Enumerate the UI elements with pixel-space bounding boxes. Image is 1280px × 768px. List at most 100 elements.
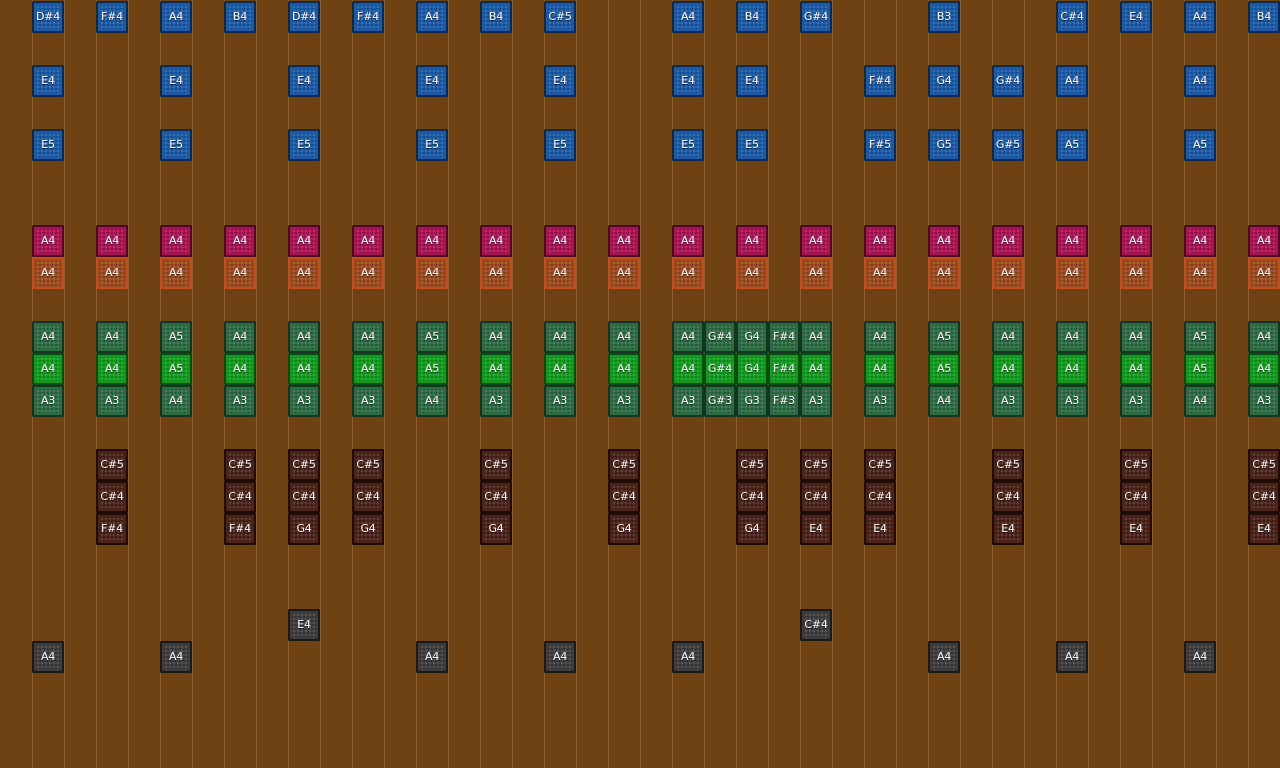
note-block-green[interactable]: A4: [352, 321, 384, 353]
note-block-green[interactable]: A4: [928, 385, 960, 417]
note-block-green[interactable]: F#4: [768, 321, 800, 353]
note-block-blue[interactable]: E5: [672, 129, 704, 161]
note-block-brown[interactable]: C#5: [96, 449, 128, 481]
note-block-lime[interactable]: A4: [864, 353, 896, 385]
note-block-orange[interactable]: A4: [928, 257, 960, 289]
note-block-brown[interactable]: G4: [480, 513, 512, 545]
note-block-brown[interactable]: C#5: [864, 449, 896, 481]
note-block-green[interactable]: A4: [480, 321, 512, 353]
note-block-blue[interactable]: E5: [160, 129, 192, 161]
note-block-lime[interactable]: A4: [288, 353, 320, 385]
note-block-blue[interactable]: G5: [928, 129, 960, 161]
note-block-orange[interactable]: A4: [1184, 257, 1216, 289]
note-block-green[interactable]: G#3: [704, 385, 736, 417]
note-block-green[interactable]: A4: [544, 321, 576, 353]
note-block-gray[interactable]: A4: [544, 641, 576, 673]
note-block-lime[interactable]: A4: [608, 353, 640, 385]
note-block-magenta[interactable]: A4: [928, 225, 960, 257]
note-block-green[interactable]: A3: [1056, 385, 1088, 417]
note-block-green[interactable]: G4: [736, 321, 768, 353]
note-block-magenta[interactable]: A4: [672, 225, 704, 257]
note-block-green[interactable]: A3: [672, 385, 704, 417]
note-block-blue[interactable]: F#5: [864, 129, 896, 161]
note-block-brown[interactable]: C#5: [224, 449, 256, 481]
note-block-brown[interactable]: C#5: [992, 449, 1024, 481]
note-block-brown[interactable]: G4: [736, 513, 768, 545]
note-block-blue[interactable]: A4: [160, 1, 192, 33]
note-block-green[interactable]: A4: [1184, 385, 1216, 417]
note-block-magenta[interactable]: A4: [800, 225, 832, 257]
note-block-magenta[interactable]: A4: [96, 225, 128, 257]
note-block-lime[interactable]: A4: [480, 353, 512, 385]
note-block-magenta[interactable]: A4: [1184, 225, 1216, 257]
note-block-green[interactable]: A4: [224, 321, 256, 353]
note-block-lime[interactable]: A5: [928, 353, 960, 385]
note-block-blue[interactable]: D#4: [288, 1, 320, 33]
note-block-blue[interactable]: C#5: [544, 1, 576, 33]
note-block-blue[interactable]: B3: [928, 1, 960, 33]
note-block-brown[interactable]: C#5: [352, 449, 384, 481]
note-block-brown[interactable]: C#4: [352, 481, 384, 513]
note-block-blue[interactable]: B4: [1248, 1, 1280, 33]
note-block-green[interactable]: A3: [800, 385, 832, 417]
note-block-green[interactable]: A4: [160, 385, 192, 417]
note-block-lime[interactable]: F#4: [768, 353, 800, 385]
note-block-blue[interactable]: E4: [160, 65, 192, 97]
note-block-orange[interactable]: A4: [1120, 257, 1152, 289]
note-block-green[interactable]: A4: [32, 321, 64, 353]
note-block-brown[interactable]: C#4: [1248, 481, 1280, 513]
note-block-lime[interactable]: A4: [1248, 353, 1280, 385]
note-block-brown[interactable]: F#4: [96, 513, 128, 545]
note-block-orange[interactable]: A4: [992, 257, 1024, 289]
note-block-orange[interactable]: A4: [1248, 257, 1280, 289]
note-block-blue[interactable]: A4: [1184, 65, 1216, 97]
note-block-magenta[interactable]: A4: [288, 225, 320, 257]
note-block-lime[interactable]: A4: [1056, 353, 1088, 385]
note-block-blue[interactable]: E4: [288, 65, 320, 97]
note-block-lime[interactable]: A5: [416, 353, 448, 385]
note-block-green[interactable]: A3: [224, 385, 256, 417]
note-block-blue[interactable]: E4: [544, 65, 576, 97]
note-block-gray[interactable]: A4: [672, 641, 704, 673]
note-block-blue[interactable]: F#4: [352, 1, 384, 33]
note-block-lime[interactable]: A4: [800, 353, 832, 385]
note-block-brown[interactable]: G4: [288, 513, 320, 545]
note-block-blue[interactable]: B4: [480, 1, 512, 33]
note-block-blue[interactable]: B4: [224, 1, 256, 33]
note-block-magenta[interactable]: A4: [1056, 225, 1088, 257]
note-block-lime[interactable]: A4: [352, 353, 384, 385]
note-block-brown[interactable]: C#4: [800, 481, 832, 513]
note-block-lime[interactable]: A5: [160, 353, 192, 385]
note-block-brown[interactable]: G4: [608, 513, 640, 545]
note-block-green[interactable]: A4: [416, 385, 448, 417]
note-block-green[interactable]: A3: [480, 385, 512, 417]
note-block-green[interactable]: A3: [1120, 385, 1152, 417]
note-block-orange[interactable]: A4: [416, 257, 448, 289]
note-block-brown[interactable]: E4: [1120, 513, 1152, 545]
note-block-lime[interactable]: A4: [224, 353, 256, 385]
note-block-brown[interactable]: C#4: [736, 481, 768, 513]
note-block-green[interactable]: A4: [672, 321, 704, 353]
note-block-green[interactable]: A3: [1248, 385, 1280, 417]
note-block-green[interactable]: A5: [1184, 321, 1216, 353]
note-block-blue[interactable]: E5: [544, 129, 576, 161]
note-block-brown[interactable]: E4: [864, 513, 896, 545]
note-block-gray[interactable]: C#4: [800, 609, 832, 641]
note-block-brown[interactable]: E4: [992, 513, 1024, 545]
note-block-magenta[interactable]: A4: [608, 225, 640, 257]
note-block-lime[interactable]: A4: [672, 353, 704, 385]
note-block-lime[interactable]: A4: [32, 353, 64, 385]
note-block-magenta[interactable]: A4: [352, 225, 384, 257]
note-block-brown[interactable]: C#5: [800, 449, 832, 481]
note-block-blue[interactable]: C#4: [1056, 1, 1088, 33]
note-block-orange[interactable]: A4: [1056, 257, 1088, 289]
note-block-green[interactable]: A3: [96, 385, 128, 417]
note-block-blue[interactable]: A4: [1056, 65, 1088, 97]
note-block-brown[interactable]: F#4: [224, 513, 256, 545]
note-block-blue[interactable]: E5: [416, 129, 448, 161]
note-block-magenta[interactable]: A4: [32, 225, 64, 257]
note-block-green[interactable]: A3: [32, 385, 64, 417]
note-block-orange[interactable]: A4: [800, 257, 832, 289]
note-block-orange[interactable]: A4: [352, 257, 384, 289]
note-block-magenta[interactable]: A4: [736, 225, 768, 257]
